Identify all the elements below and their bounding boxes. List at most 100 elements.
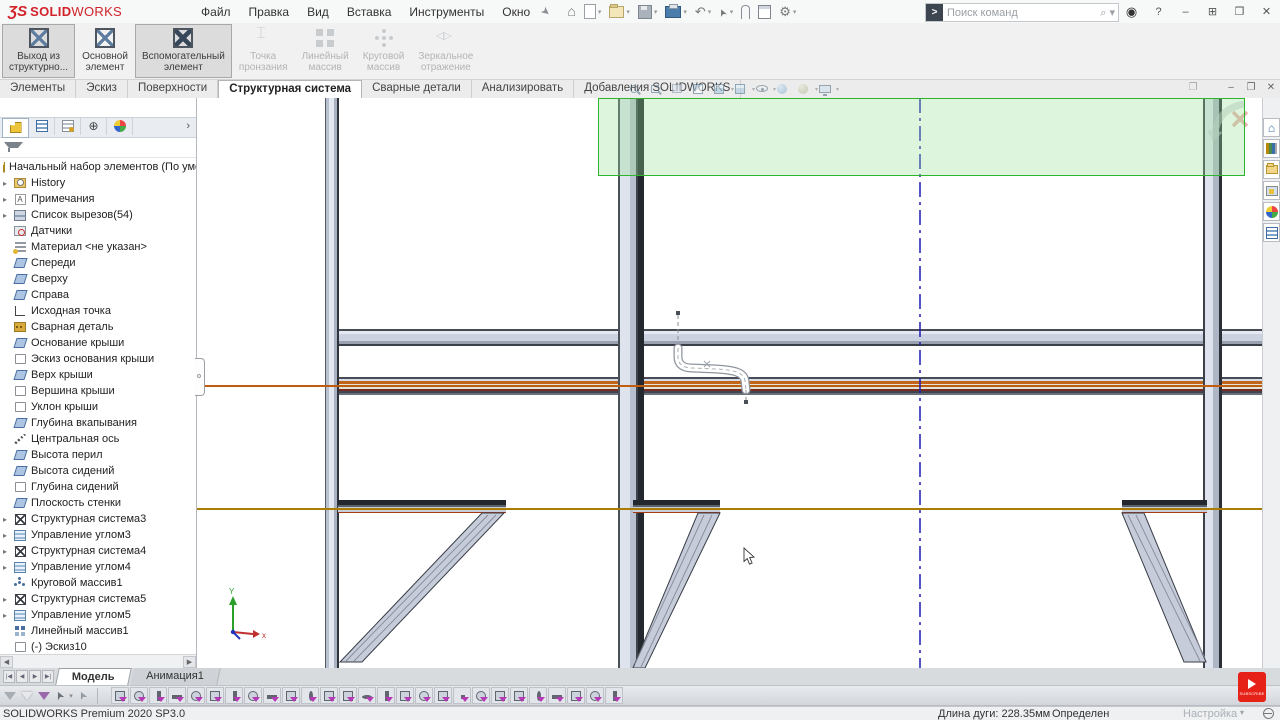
selection-filter-icon[interactable]	[491, 687, 509, 704]
tree-item[interactable]: ▸ Сверху	[0, 271, 196, 287]
command-tab[interactable]: Сварные детали	[362, 80, 472, 98]
select-other-icon[interactable]: ➤	[75, 689, 91, 703]
quickbar-button[interactable]	[692, 2, 714, 21]
selection-filter-icon[interactable]	[168, 687, 186, 704]
ribbon-button[interactable]: Зеркальное отражение	[411, 24, 480, 78]
task-pane-tab[interactable]: ⌂	[1263, 118, 1280, 137]
selection-filter-icon[interactable]	[472, 687, 490, 704]
tab-nav-icon[interactable]: ▶	[29, 670, 41, 683]
selection-filter-icon[interactable]	[453, 687, 471, 704]
tree-item[interactable]: ▸ Материал <не указан>	[0, 239, 196, 255]
selection-filter-icon[interactable]	[529, 687, 547, 704]
selection-filter-icon[interactable]	[567, 687, 585, 704]
tree-root-item[interactable]: Начальный набор элементов (По умо	[0, 158, 196, 175]
menu-item[interactable]: Файл	[192, 2, 240, 22]
menu-item[interactable]: Вставка	[338, 2, 401, 22]
sketch-tube[interactable]	[676, 311, 748, 404]
quickbar-button[interactable]	[635, 2, 661, 21]
search-icon[interactable]: ⌕ ▾	[1100, 6, 1118, 20]
selection-filter-icon[interactable]	[605, 687, 623, 704]
expand-arrow-icon[interactable]: ▸	[3, 563, 13, 572]
featuremanager-tab[interactable]	[29, 118, 55, 135]
selection-filter-icon[interactable]	[510, 687, 528, 704]
ribbon-button[interactable]: Точка пронзания	[232, 24, 295, 78]
ribbon-button[interactable]: Выход из структурно...	[2, 24, 75, 78]
clear-all-filters-icon[interactable]	[4, 692, 16, 700]
tree-item[interactable]: ▸ Эскиз основания крыши	[0, 351, 196, 367]
selection-filter-icon[interactable]	[396, 687, 414, 704]
tree-filter-row[interactable]	[0, 138, 196, 158]
view-tool-icon[interactable]	[630, 82, 644, 95]
doc-close-icon[interactable]: ✕	[1265, 82, 1277, 93]
quickbar-button[interactable]	[738, 2, 753, 21]
tab-nav-icon[interactable]: ◀	[16, 670, 28, 683]
tree-item[interactable]: ▸ Линейный массив1	[0, 623, 196, 639]
tree-horizontal-scrollbar[interactable]: ◀ ▶	[0, 654, 196, 668]
quickbar-button[interactable]	[716, 2, 736, 21]
selection-filter-icon[interactable]	[339, 687, 357, 704]
tree-item[interactable]: ▸ Список вырезов(54)	[0, 207, 196, 223]
globe-icon[interactable]	[1263, 708, 1274, 719]
doc-restore-icon[interactable]: ❐	[1187, 82, 1199, 93]
tree-item[interactable]: ▸ Структурная система3	[0, 511, 196, 527]
customize-status-label[interactable]: Настройка	[1183, 708, 1237, 720]
selection-filter-icon[interactable]	[548, 687, 566, 704]
tree-item[interactable]: ▸ Исходная точка	[0, 303, 196, 319]
panel-expand-icon[interactable]: ›	[186, 120, 190, 132]
expand-arrow-icon[interactable]: ▸	[3, 531, 13, 540]
tree-item[interactable]: ▸ Управление углом3	[0, 527, 196, 543]
tree-item[interactable]: ▸ Центральная ось	[0, 431, 196, 447]
restore-icon[interactable]: ❐	[1226, 5, 1253, 18]
doc-restore-icon[interactable]: ❐	[1245, 82, 1257, 93]
selection-filter-icon[interactable]	[111, 687, 129, 704]
tab-nav-icon[interactable]: |◀	[3, 670, 15, 683]
command-tab[interactable]: Анализировать	[472, 80, 574, 98]
selection-filter-icon[interactable]	[263, 687, 281, 704]
ribbon-button[interactable]: Основной элемент	[75, 24, 135, 78]
view-tool-icon[interactable]	[819, 82, 833, 95]
tree-item[interactable]: ▸ Высота перил	[0, 447, 196, 463]
tree-item[interactable]: ▸ Глубина вкапывания	[0, 415, 196, 431]
view-tool-icon[interactable]	[651, 82, 665, 95]
tree-item[interactable]: ▸ Справа	[0, 287, 196, 303]
tree-item[interactable]: ▸ Сварная деталь	[0, 319, 196, 335]
search-input[interactable]	[943, 7, 1100, 19]
command-tab[interactable]: Элементы	[0, 80, 76, 98]
doc-minimize-icon[interactable]: –	[1225, 82, 1237, 93]
view-tool-icon[interactable]	[714, 82, 728, 95]
selection-filter-icon[interactable]	[434, 687, 452, 704]
expand-arrow-icon[interactable]: ▸	[3, 195, 13, 204]
selection-filter-icon[interactable]	[377, 687, 395, 704]
scroll-right-icon[interactable]: ▶	[183, 656, 196, 668]
task-pane-tab[interactable]	[1263, 139, 1280, 158]
task-pane-tab[interactable]	[1263, 223, 1280, 242]
menu-item[interactable]: Окно	[493, 2, 539, 22]
scroll-left-icon[interactable]: ◀	[0, 656, 13, 668]
menu-item[interactable]: Правка	[240, 2, 299, 22]
command-search[interactable]: > ⌕ ▾	[925, 3, 1119, 22]
help-icon[interactable]: ?	[1145, 6, 1172, 18]
selection-filter-icon[interactable]	[149, 687, 167, 704]
customize-status-caret[interactable]: ▾	[1240, 708, 1244, 717]
view-tool-icon[interactable]	[672, 82, 686, 95]
tree-item[interactable]: ▸ Управление углом5	[0, 607, 196, 623]
user-account-icon[interactable]: ◉	[1118, 4, 1145, 20]
tree-item[interactable]: ▸ History	[0, 175, 196, 191]
featuremanager-tab[interactable]	[107, 118, 133, 135]
model-tab[interactable]: Модель	[55, 668, 131, 685]
tab-nav-icon[interactable]: ▶|	[42, 670, 54, 683]
command-tab[interactable]: Поверхности	[128, 80, 218, 98]
expand-arrow-icon[interactable]: ▸	[3, 547, 13, 556]
search-flyout-icon[interactable]: >	[926, 4, 943, 21]
view-tool-icon[interactable]	[735, 82, 749, 95]
toggle-filters-icon[interactable]	[21, 692, 33, 700]
selection-filter-icon[interactable]	[225, 687, 243, 704]
tree-item[interactable]: ▸ Основание крыши	[0, 335, 196, 351]
panel-splitter-handle[interactable]	[195, 358, 205, 396]
ribbon-button[interactable]: Линейный массив	[295, 24, 356, 78]
quickbar-button[interactable]	[776, 2, 799, 21]
custom-filter-icon[interactable]	[38, 692, 50, 700]
view-tool-icon[interactable]	[756, 82, 770, 95]
tree-item[interactable]: ▸ Датчики	[0, 223, 196, 239]
select-dropdown-caret[interactable]: ▾	[69, 692, 73, 700]
